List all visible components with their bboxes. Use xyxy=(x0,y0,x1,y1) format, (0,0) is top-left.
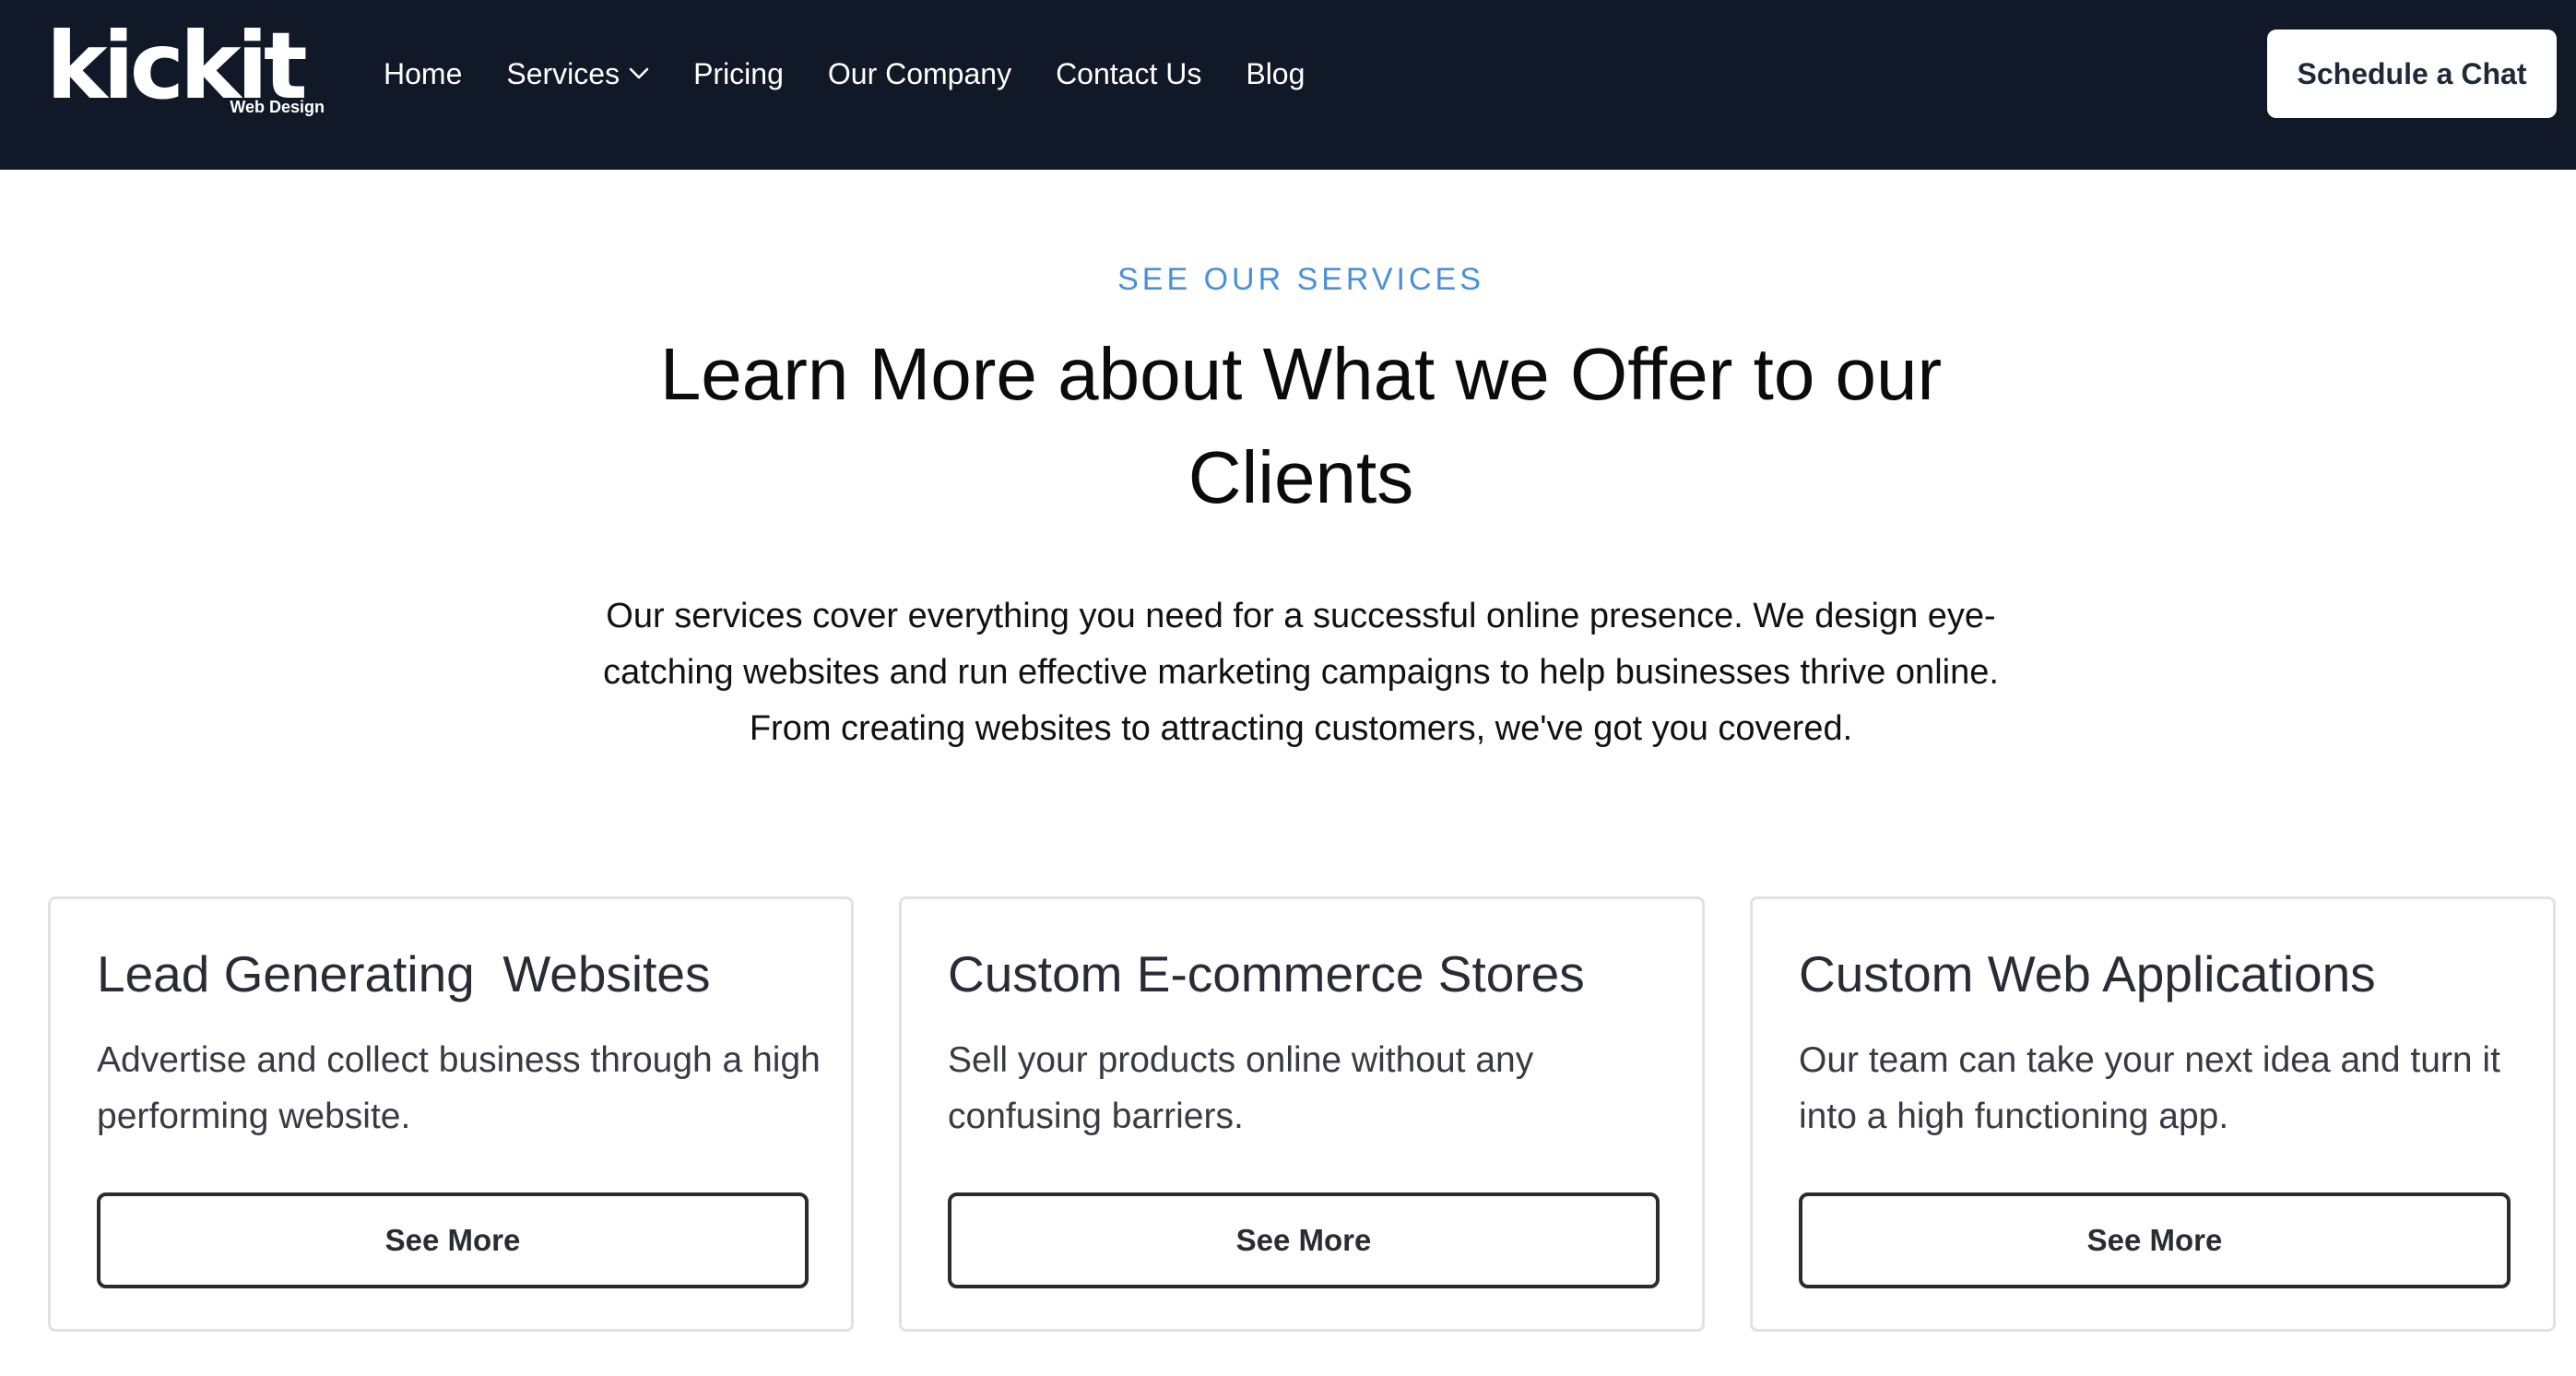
nav-item-home[interactable]: Home xyxy=(384,53,462,94)
service-card-custom-web-applications: Custom Web Applications Our team can tak… xyxy=(1750,896,2556,1332)
service-card-custom-ecommerce-stores: Custom E-commerce Stores Sell your produ… xyxy=(899,896,1705,1332)
card-title: Custom Web Applications xyxy=(1799,945,2376,1002)
section-eyebrow: SEE OUR SERVICES xyxy=(1117,262,1484,297)
see-more-button[interactable]: See More xyxy=(1799,1192,2511,1288)
nav-item-label: Blog xyxy=(1246,57,1306,90)
main-nav: Home Services Pricing Our Company Contac… xyxy=(384,53,1349,94)
service-card-lead-generating-websites: Lead Generating Websites Advertise and c… xyxy=(48,896,854,1332)
nav-item-label: Pricing xyxy=(693,57,784,90)
nav-item-services[interactable]: Services xyxy=(506,53,649,94)
card-description: Advertise and collect business through a… xyxy=(97,1040,821,1136)
kickit-logo[interactable]: kickit Web Design xyxy=(46,20,332,120)
nav-item-label: Home xyxy=(384,57,463,90)
nav-item-pricing[interactable]: Pricing xyxy=(693,53,784,94)
section-description: Our services cover everything you need f… xyxy=(603,597,1999,748)
section-headline: Learn More about What we Offer to our Cl… xyxy=(659,333,1943,518)
nav-item-label: Contact Us xyxy=(1056,57,1202,90)
nav-item-label: Services xyxy=(506,57,620,90)
logo-subtitle: Web Design xyxy=(230,98,325,116)
nav-item-label: Our Company xyxy=(827,57,1012,90)
site-header: kickit Web Design Home Services Pricing … xyxy=(0,0,2576,170)
nav-item-blog[interactable]: Blog xyxy=(1246,53,1305,94)
nav-item-our-company[interactable]: Our Company xyxy=(828,53,1011,94)
nav-item-contact-us[interactable]: Contact Us xyxy=(1056,53,1201,94)
see-more-button[interactable]: See More xyxy=(97,1192,809,1288)
chevron-down-icon xyxy=(629,67,649,79)
schedule-chat-button[interactable]: Schedule a Chat xyxy=(2267,30,2557,118)
card-description: Our team can take your next idea and tur… xyxy=(1799,1040,2500,1136)
card-title: Custom E-commerce Stores xyxy=(948,945,1585,1002)
see-more-button[interactable]: See More xyxy=(948,1192,1660,1288)
card-title: Lead Generating Websites xyxy=(97,945,711,1002)
card-description: Sell your products online without any co… xyxy=(948,1040,1534,1136)
